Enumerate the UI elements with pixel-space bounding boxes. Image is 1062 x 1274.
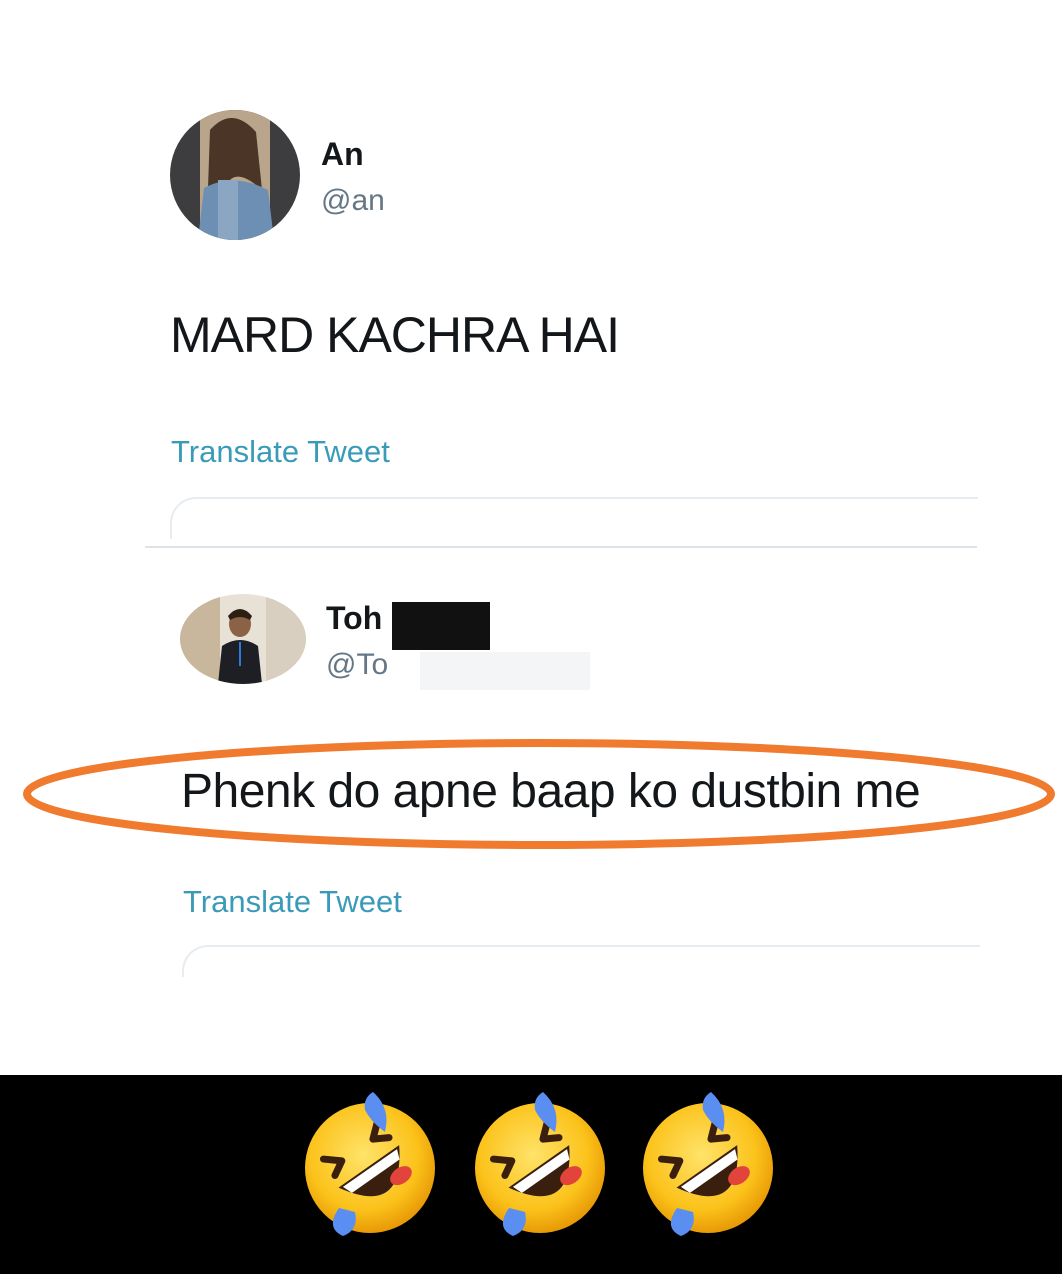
reply-action-bar	[182, 945, 980, 977]
rolling-on-floor-laughing-icon	[475, 1092, 605, 1236]
author-avatar[interactable]	[170, 110, 300, 240]
rolling-on-floor-laughing-icon	[643, 1092, 773, 1236]
reply-translate-tweet-link[interactable]: Translate Tweet	[183, 884, 402, 920]
redaction-block	[392, 602, 490, 650]
reply-author-handle[interactable]: @To	[326, 648, 418, 682]
redaction-blur	[420, 652, 590, 690]
tweet-action-bar	[170, 497, 978, 539]
author-name[interactable]: An	[321, 136, 381, 173]
tweet-body: MARD KACHRA HAI	[170, 307, 620, 363]
tweet-screenshot: An @an MARD KACHRA HAI Translate Tweet T…	[0, 0, 1062, 1075]
rolling-on-floor-laughing-icon	[305, 1092, 435, 1236]
reply-author-avatar[interactable]	[180, 594, 306, 684]
reply-tweet-body: Phenk do apne baap ko dustbin me	[181, 765, 921, 818]
translate-tweet-link[interactable]: Translate Tweet	[171, 434, 390, 470]
tweet-divider	[145, 546, 977, 548]
author-handle[interactable]: @an	[321, 184, 399, 218]
